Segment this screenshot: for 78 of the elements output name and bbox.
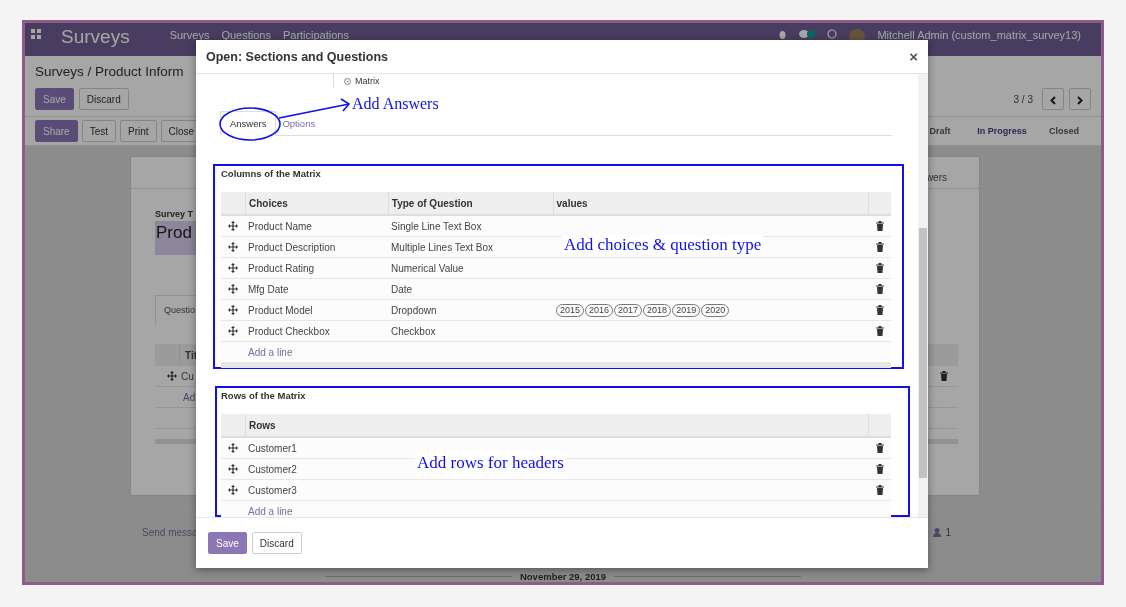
trash-icon[interactable] — [876, 242, 884, 252]
chevron-left-icon[interactable] — [1050, 95, 1056, 105]
add-line-link[interactable]: Ad — [183, 391, 196, 403]
drag-handle-icon[interactable] — [228, 326, 238, 336]
save-button[interactable]: Save — [208, 532, 247, 554]
tab[interactable]: Options — [276, 112, 322, 135]
table-cell-text: Product Model — [247, 303, 314, 318]
column-header: Rows — [246, 414, 870, 436]
table-cell: Customer2 — [248, 463, 297, 475]
menu-item[interactable]: Participations — [282, 29, 349, 41]
annotation-text: Add choices & question type — [562, 235, 764, 255]
table-cell: Customer1 — [248, 442, 297, 454]
action-button[interactable]: Share — [35, 120, 78, 142]
table-cell-text: Mfg Date — [247, 282, 290, 297]
scrollbar[interactable] — [918, 74, 928, 517]
table-cell-text: Product Rating — [247, 261, 316, 276]
table-cell-text: Product Name — [247, 219, 313, 234]
table-cell-text: Checkbox — [390, 324, 437, 339]
add-line-link[interactable]: Add a line — [245, 346, 293, 358]
field-label: Survey T — [155, 209, 195, 219]
trash-icon[interactable] — [876, 443, 884, 453]
drag-handle-icon[interactable] — [228, 464, 238, 474]
section-title: Columns of the Matrix — [221, 168, 322, 181]
next-button[interactable] — [1069, 88, 1091, 110]
date-separator: November 29, 2019 — [519, 571, 607, 582]
column-header: Type of Question — [388, 192, 554, 214]
action-button[interactable]: Test — [81, 120, 117, 142]
table-cell-text: Product Description — [247, 240, 337, 255]
trash-icon[interactable] — [876, 485, 884, 495]
trash-icon[interactable] — [876, 221, 884, 231]
drag-handle-icon[interactable] — [228, 305, 238, 315]
status-stage[interactable]: Closed — [1040, 126, 1088, 136]
column-header: values — [553, 192, 870, 214]
status-stage[interactable]: In Progress — [968, 126, 1036, 136]
table-cell-text: Multiple Lines Text Box — [390, 240, 495, 255]
drag-handle-icon[interactable] — [167, 371, 177, 381]
table-cell: Cu — [181, 370, 194, 382]
discard-button[interactable]: Discard — [251, 532, 302, 554]
user-menu[interactable]: Mitchell Admin (custom_matrix_survey13) — [877, 29, 1081, 41]
drag-handle-icon[interactable] — [228, 485, 238, 495]
trash-icon[interactable] — [876, 305, 884, 315]
trash-icon[interactable] — [876, 284, 884, 294]
tab[interactable]: Answers — [220, 111, 277, 136]
trash-icon[interactable] — [876, 326, 884, 336]
close-button[interactable]: × — [909, 48, 918, 65]
drag-handle-icon[interactable] — [228, 242, 238, 252]
table-cell-text: Numerical Value — [390, 261, 465, 276]
person-icon[interactable] — [933, 528, 942, 537]
drag-handle-icon[interactable] — [228, 443, 238, 453]
save-button[interactable]: Save — [35, 88, 74, 110]
section-title: Rows of the Matrix — [221, 390, 307, 403]
drag-handle-icon[interactable] — [228, 284, 238, 294]
trash-icon[interactable] — [876, 263, 884, 273]
menu-item[interactable]: Surveys — [169, 29, 210, 41]
chat-icon[interactable] — [799, 29, 816, 39]
table-cell-text: Single Line Text Box — [390, 219, 483, 234]
menu-item[interactable]: Questions — [221, 29, 271, 41]
discard-button[interactable]: Discard — [78, 88, 129, 110]
add-line-link[interactable]: Add a line — [245, 505, 293, 517]
trash-icon[interactable] — [940, 371, 948, 381]
pager-counter: 3 / 3 — [1013, 93, 1033, 105]
previous-button[interactable] — [1042, 88, 1064, 110]
table-cell: Customer3 — [248, 484, 297, 496]
table-cell-text: Date — [390, 282, 414, 297]
drag-handle-icon[interactable] — [228, 263, 238, 273]
action-button[interactable]: Print — [120, 120, 157, 142]
radio-label: Matrix — [355, 75, 380, 87]
follower-count[interactable]: 1 — [945, 527, 951, 538]
annotation-ellipse — [219, 107, 281, 141]
table-cell-text: Product Checkbox — [247, 324, 331, 339]
dialog-title: Open: Sections and Questions — [206, 49, 388, 64]
app-name: Surveys — [61, 26, 130, 48]
chevron-right-icon[interactable] — [1077, 95, 1083, 105]
trash-icon[interactable] — [876, 464, 884, 474]
drag-handle-icon[interactable] — [228, 221, 238, 231]
table-cell-text: Dropdown — [390, 303, 438, 318]
apps-menu-icon[interactable] — [31, 29, 41, 39]
column-header: Choices — [246, 192, 389, 214]
